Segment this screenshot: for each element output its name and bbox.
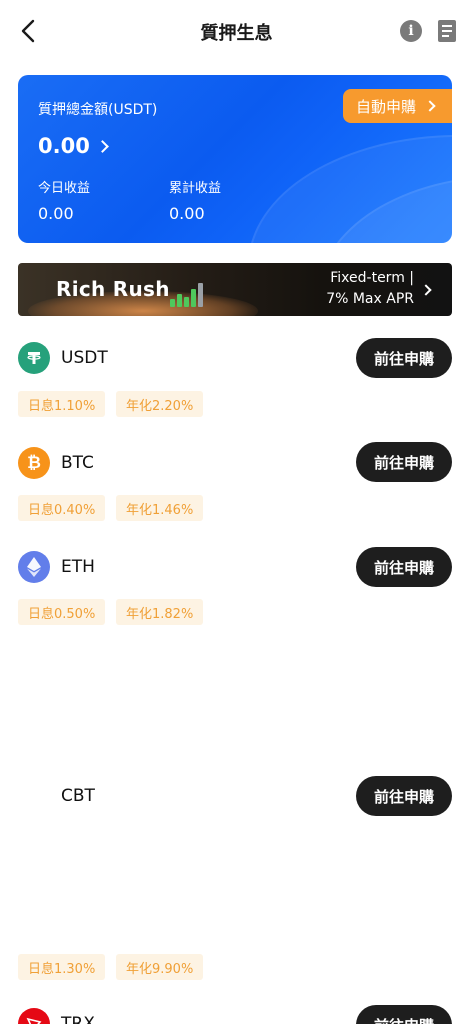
subscribe-button[interactable]: 前往申購 bbox=[356, 547, 452, 587]
today-earnings-value: 0.00 bbox=[38, 204, 74, 223]
coin-name: USDT bbox=[61, 348, 108, 368]
daily-rate-tag: 日息0.40% bbox=[18, 495, 106, 521]
annual-rate-tag: 年化2.20% bbox=[116, 391, 204, 417]
total-staked-link[interactable]: 0.00 bbox=[38, 134, 109, 158]
coin-name: BTC bbox=[61, 453, 94, 473]
top-bar: 質押生息 i bbox=[0, 0, 473, 62]
banner-title: Rich Rush bbox=[56, 277, 170, 301]
coin-name: TRX bbox=[61, 1014, 95, 1024]
annual-rate-tag: 年化9.90% bbox=[116, 954, 204, 980]
auto-subscribe-button[interactable]: 自動申購 bbox=[343, 89, 452, 123]
info-icon[interactable]: i bbox=[400, 20, 422, 42]
total-staked-label: 質押總金額(USDT) bbox=[38, 102, 158, 118]
banner-subtitle-1: Fixed-term | bbox=[330, 270, 414, 286]
today-earnings-label: 今日收益 bbox=[38, 181, 91, 196]
auto-subscribe-label: 自動申購 bbox=[356, 97, 417, 116]
coin-name: ETH bbox=[61, 557, 95, 577]
daily-rate-tag: 日息1.10% bbox=[18, 391, 106, 417]
cumulative-earnings-value: 0.00 bbox=[169, 204, 205, 223]
bitcoin-icon: ₿ bbox=[18, 447, 50, 479]
ethereum-icon bbox=[18, 551, 50, 583]
total-staked-value: 0.00 bbox=[38, 134, 90, 158]
document-icon[interactable] bbox=[438, 20, 456, 42]
banner-subtitle-2: 7% Max APR bbox=[326, 291, 414, 307]
tether-icon bbox=[18, 342, 50, 374]
annual-rate-tag: 年化1.82% bbox=[116, 599, 204, 625]
rich-rush-banner[interactable]: Rich Rush Fixed-term | 7% Max APR bbox=[18, 263, 452, 316]
staking-page: 質押生息 i 質押總金額(USDT) 0.00 自動申購 今日收益 0.00 累… bbox=[0, 0, 473, 1024]
chevron-right-icon bbox=[420, 284, 432, 296]
daily-rate-tag: 日息0.50% bbox=[18, 599, 106, 625]
subscribe-button[interactable]: 前往申購 bbox=[356, 776, 452, 816]
daily-rate-tag: 日息1.30% bbox=[18, 954, 106, 980]
tron-icon bbox=[18, 1008, 50, 1024]
subscribe-button[interactable]: 前往申購 bbox=[356, 1005, 452, 1024]
subscribe-button[interactable]: 前往申購 bbox=[356, 442, 452, 482]
subscribe-button[interactable]: 前往申購 bbox=[356, 338, 452, 378]
cumulative-earnings-label: 累計收益 bbox=[169, 181, 222, 196]
chevron-right-icon bbox=[424, 100, 436, 112]
bar-chart-icon bbox=[168, 273, 210, 307]
coin-name: CBT bbox=[61, 786, 95, 806]
staking-summary-card: 質押總金額(USDT) 0.00 自動申購 今日收益 0.00 累計收益 0.0… bbox=[18, 75, 452, 243]
chevron-right-icon bbox=[95, 139, 109, 153]
annual-rate-tag: 年化1.46% bbox=[116, 495, 204, 521]
